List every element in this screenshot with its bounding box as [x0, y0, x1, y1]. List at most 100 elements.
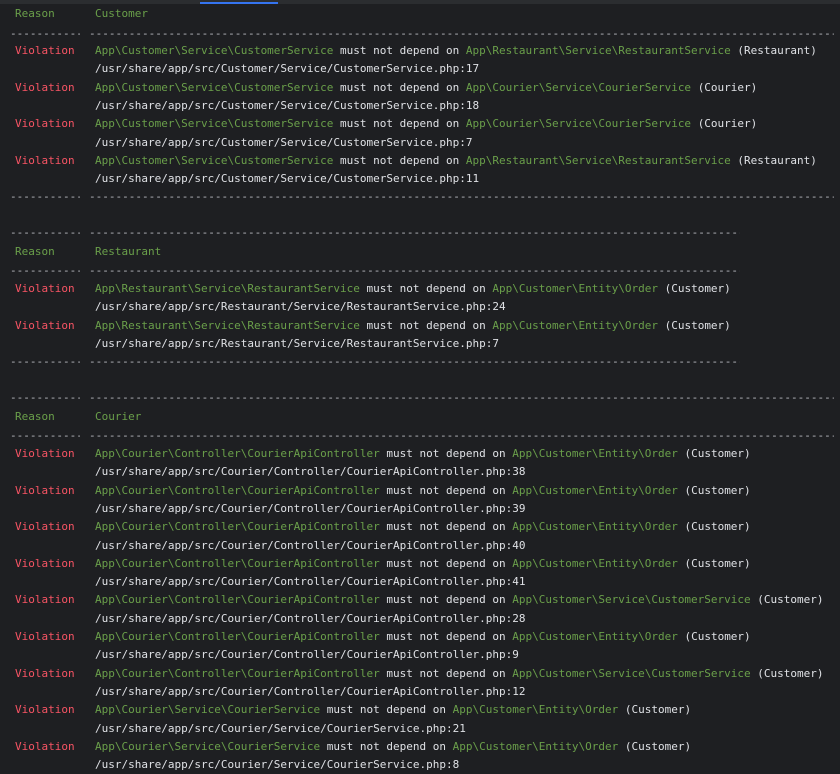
must-not-depend-text: must not depend on	[340, 153, 460, 167]
violation-reason: Violation	[15, 703, 75, 717]
violation-source-class: App\Restaurant\Service\RestaurantService	[95, 318, 360, 332]
violation-target-layer: (Customer)	[757, 593, 824, 607]
header-reason-label: Reason	[15, 410, 55, 423]
violation-target-layer: (Customer)	[684, 483, 751, 497]
dash-column-details: ----------------------------------------…	[89, 227, 740, 239]
violation-target-class: App\Customer\Entity\Order	[512, 630, 678, 643]
violation-source-class: App\Courier\Controller\CourierApiControl…	[95, 593, 380, 607]
violation-file-location[interactable]: /usr/share/app/src/Customer/Service/Cust…	[95, 134, 473, 152]
dash-column-reason: ----------------------------------------…	[10, 356, 80, 368]
violation-target-layer: (Courier)	[697, 80, 758, 94]
must-not-depend-text: must not depend on	[366, 318, 486, 332]
violation-target-class: App\Customer\Service\CustomerService	[512, 666, 751, 680]
dash-column-reason: ----------------------------------------…	[10, 430, 80, 442]
violation-detail: App\Courier\Controller\CourierApiControl…	[95, 518, 751, 536]
dash-column-reason: ----------------------------------------…	[10, 227, 80, 239]
violation-file-location[interactable]: /usr/share/app/src/Courier/Service/Couri…	[95, 720, 466, 738]
violation-reason: Violation	[15, 556, 75, 570]
must-not-depend-text: must not depend on	[386, 556, 506, 570]
violation-target-layer: (Restaurant)	[737, 153, 817, 167]
violation-detail: App\Courier\Service\CourierService must …	[95, 738, 691, 756]
dash-column-reason: ----------------------------------------…	[10, 191, 80, 203]
violation-source-class: App\Courier\Service\CourierService	[95, 739, 321, 753]
header-layer-label: Courier	[95, 410, 142, 423]
must-not-depend-text: must not depend on	[340, 80, 460, 94]
violation-file-location[interactable]: /usr/share/app/src/Courier/Controller/Co…	[95, 573, 525, 591]
violation-target-layer: (Customer)	[624, 739, 692, 753]
violation-reason: Violation	[15, 593, 75, 607]
violation-target-class: App\Customer\Entity\Order	[512, 556, 678, 570]
violation-target-layer: (Customer)	[684, 630, 751, 643]
violation-detail: App\Courier\Controller\CourierApiControl…	[95, 628, 751, 646]
violation-source-class: App\Courier\Controller\CourierApiControl…	[95, 520, 380, 534]
violation-detail: App\Courier\Controller\CourierApiControl…	[95, 591, 824, 609]
section-bottom-separator: ---------- ------------------------------…	[10, 356, 740, 368]
violation-target-layer: (Restaurant)	[737, 44, 817, 57]
must-not-depend-text: must not depend on	[340, 44, 460, 57]
violation-target-class: App\Courier\Service\CourierService	[465, 117, 692, 131]
violation-reason: Violation	[15, 153, 75, 167]
violation-file-location[interactable]: /usr/share/app/src/Courier/Controller/Co…	[95, 537, 525, 555]
violation-detail: App\Customer\Service\CustomerService mus…	[95, 42, 817, 60]
dash-column-details: ----------------------------------------…	[89, 265, 740, 277]
must-not-depend-text: must not depend on	[386, 630, 506, 643]
violation-file-location[interactable]: /usr/share/app/src/Customer/Service/Cust…	[95, 170, 479, 188]
violation-target-layer: (Customer)	[684, 520, 751, 534]
violation-target-class: App\Customer\Service\CustomerService	[512, 593, 751, 607]
violation-target-class: App\Customer\Entity\Order	[452, 739, 619, 753]
violation-target-layer: (Customer)	[664, 282, 731, 295]
violation-source-class: App\Restaurant\Service\RestaurantService	[95, 282, 360, 295]
violation-reason: Violation	[15, 666, 75, 680]
dash-column-details: ----------------------------------------…	[89, 191, 834, 203]
dash-column-reason: ----------------------------------------…	[10, 28, 80, 40]
violation-target-class: App\Customer\Entity\Order	[492, 318, 658, 332]
violation-detail: App\Restaurant\Service\RestaurantService…	[95, 317, 731, 335]
violation-detail: App\Customer\Service\CustomerService mus…	[95, 152, 817, 170]
must-not-depend-text: must not depend on	[326, 703, 447, 717]
violation-reason: Violation	[15, 80, 75, 94]
violation-detail: App\Courier\Controller\CourierApiControl…	[95, 445, 751, 463]
violation-file-location[interactable]: /usr/share/app/src/Courier/Service/Couri…	[95, 756, 459, 774]
violation-source-class: App\Customer\Service\CustomerService	[95, 80, 334, 94]
violation-target-class: App\Customer\Entity\Order	[512, 483, 678, 497]
must-not-depend-text: must not depend on	[386, 447, 506, 460]
dash-column-details: ----------------------------------------…	[89, 28, 834, 40]
violation-file-location[interactable]: /usr/share/app/src/Restaurant/Service/Re…	[95, 335, 499, 353]
violation-source-class: App\Courier\Controller\CourierApiControl…	[95, 483, 380, 497]
violation-source-class: App\Courier\Controller\CourierApiControl…	[95, 630, 380, 643]
violation-file-location[interactable]: /usr/share/app/src/Courier/Controller/Co…	[95, 610, 525, 628]
violation-file-location[interactable]: /usr/share/app/src/Courier/Controller/Co…	[95, 646, 519, 664]
section-top-separator: ---------- ------------------------------…	[10, 392, 834, 404]
violation-target-class: App\Customer\Entity\Order	[452, 703, 619, 717]
violation-target-layer: (Customer)	[684, 556, 751, 570]
violation-detail: App\Courier\Controller\CourierApiControl…	[95, 482, 751, 500]
violation-reason: Violation	[15, 282, 75, 295]
violation-file-location[interactable]: /usr/share/app/src/Courier/Controller/Co…	[95, 500, 525, 518]
terminal-output[interactable]: Reason Customer ---------- ----------------…	[0, 0, 840, 773]
violation-reason: Violation	[15, 630, 75, 643]
violation-source-class: App\Courier\Controller\CourierApiControl…	[95, 666, 380, 680]
must-not-depend-text: must not depend on	[366, 282, 486, 295]
violation-reason: Violation	[15, 520, 75, 534]
violation-target-class: App\Customer\Entity\Order	[512, 520, 678, 534]
violation-reason: Violation	[15, 318, 75, 332]
must-not-depend-text: must not depend on	[386, 520, 506, 534]
violation-target-layer: (Courier)	[697, 117, 758, 131]
violation-file-location[interactable]: /usr/share/app/src/Courier/Controller/Co…	[95, 463, 525, 481]
header-layer-label: Restaurant	[95, 245, 162, 258]
violation-target-layer: (Customer)	[624, 703, 692, 717]
must-not-depend-text: must not depend on	[386, 593, 506, 607]
violation-file-location[interactable]: /usr/share/app/src/Courier/Controller/Co…	[95, 683, 525, 701]
dash-column-details: ----------------------------------------…	[89, 392, 834, 404]
dash-column-reason: ----------------------------------------…	[10, 392, 80, 404]
violation-file-location[interactable]: /usr/share/app/src/Restaurant/Service/Re…	[95, 298, 506, 316]
violation-file-location[interactable]: /usr/share/app/src/Customer/Service/Cust…	[95, 97, 479, 115]
violation-detail: App\Customer\Service\CustomerService mus…	[95, 115, 757, 133]
violation-file-location[interactable]: /usr/share/app/src/Customer/Service/Cust…	[95, 60, 479, 78]
dash-column-details: ----------------------------------------…	[89, 356, 740, 368]
violation-target-class: App\Restaurant\Service\RestaurantService	[465, 44, 731, 57]
violation-target-layer: (Customer)	[757, 666, 824, 680]
section-header-separator: ---------- ------------------------------…	[10, 430, 834, 442]
header-layer-label: Customer	[95, 7, 148, 20]
violation-target-class: App\Courier\Service\CourierService	[465, 80, 692, 94]
